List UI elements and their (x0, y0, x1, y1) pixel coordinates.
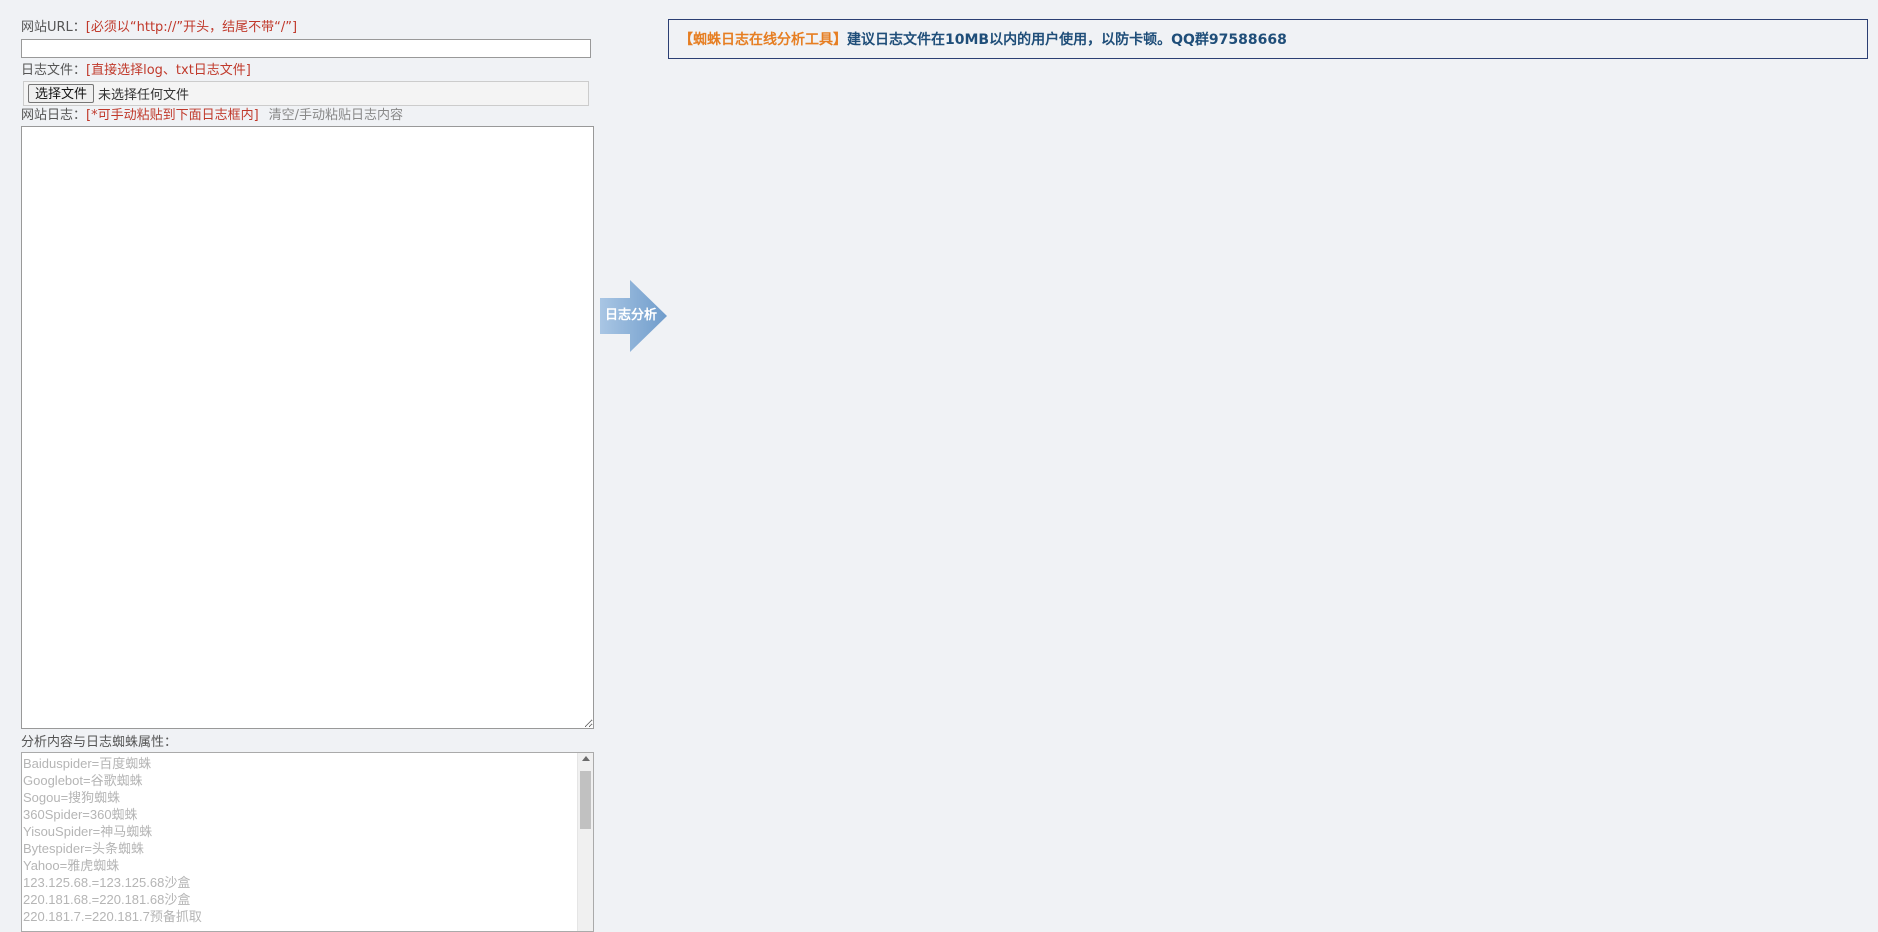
log-textarea[interactable] (21, 126, 594, 729)
spider-list-item: Baiduspider=百度蜘蛛 (23, 756, 152, 771)
url-label-row: 网站URL：[必须以“http://”开头，结尾不带“/”] (21, 19, 297, 37)
spider-list-item: Googlebot=谷歌蜘蛛 (23, 773, 143, 788)
spider-list-item: 123.125.68.=123.125.68沙盒 (23, 875, 191, 890)
file-label: 日志文件： (21, 63, 87, 78)
scroll-up-icon[interactable] (582, 756, 590, 761)
spider-list-item: 360Spider=360蜘蛛 (23, 807, 138, 822)
spider-list-item: Sogou=搜狗蜘蛛 (23, 790, 121, 805)
spider-list-item: 220.181.68.=220.181.68沙盒 (23, 892, 191, 907)
spider-label: 分析内容与日志蜘蛛属性： (21, 735, 178, 750)
notice-brand: 【蜘蛛日志在线分析工具】 (679, 32, 847, 48)
url-input[interactable] (21, 39, 591, 58)
spider-list-item: YisouSpider=神马蜘蛛 (23, 824, 153, 839)
log-label: 网站日志： (21, 108, 87, 123)
log-label-row: 网站日志：[*可手动粘贴到下面日志框内] 清空/手动粘贴日志内容 (21, 107, 403, 125)
clear-log-link[interactable]: 清空/手动粘贴日志内容 (269, 108, 403, 123)
choose-file-button[interactable]: 选择文件 (28, 84, 95, 103)
spider-list-lines: Baiduspider=百度蜘蛛 Googlebot=谷歌蜘蛛 Sogou=搜狗蜘蛛… (22, 753, 593, 925)
file-label-row: 日志文件：[直接选择log、txt日志文件] (21, 62, 251, 80)
analyze-button-label: 日志分析 (604, 308, 657, 323)
file-hint: [直接选择log、txt日志文件] (86, 63, 251, 78)
analyze-button[interactable]: 日志分析 (600, 280, 667, 352)
file-status: 未选择任何文件 (98, 88, 190, 103)
spider-list-textarea[interactable]: Baiduspider=百度蜘蛛 Googlebot=谷歌蜘蛛 Sogou=搜狗蜘蛛… (21, 752, 594, 932)
spider-list-item: Bytespider=头条蜘蛛 (23, 841, 145, 856)
spider-list-item: Yahoo=雅虎蜘蛛 (23, 858, 120, 873)
notice-banner: 【蜘蛛日志在线分析工具】 建议日志文件在10MB以内的用户使用，以防卡顿。QQ群9… (668, 19, 1868, 59)
url-hint: [必须以“http://”开头，结尾不带“/”] (85, 20, 298, 35)
scrollbar[interactable] (577, 753, 593, 931)
notice-message: 建议日志文件在10MB以内的用户使用，以防卡顿。QQ群97588668 (847, 32, 1287, 48)
file-picker: 选择文件 未选择任何文件 (23, 81, 589, 106)
spider-list-item: 220.181.7.=220.181.7预备抓取 (23, 909, 202, 924)
scroll-thumb[interactable] (580, 771, 591, 829)
url-label: 网站URL： (21, 20, 86, 35)
log-hint: [*可手动粘贴到下面日志框内] (86, 108, 259, 123)
